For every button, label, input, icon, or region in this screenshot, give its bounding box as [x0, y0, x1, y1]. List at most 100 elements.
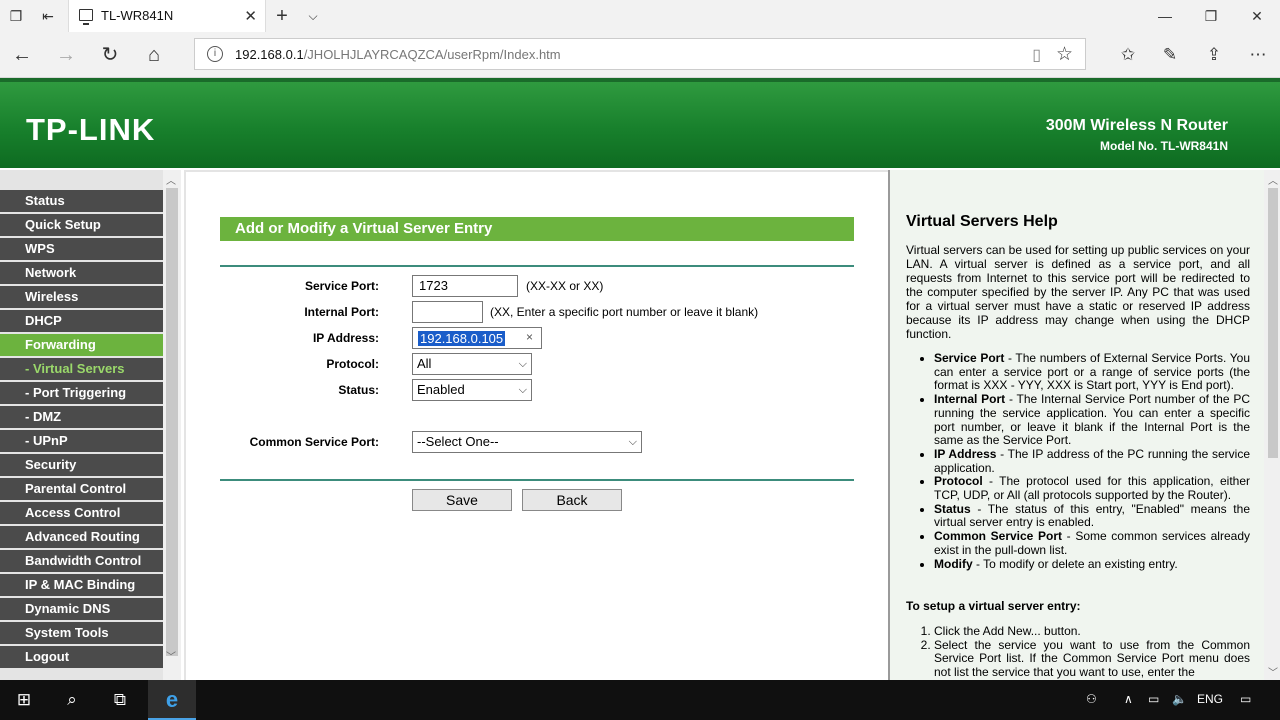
sidebar-item-bandwidth-control[interactable]: Bandwidth Control [0, 550, 163, 574]
sidebar-item-virtual-servers[interactable]: - Virtual Servers [0, 358, 163, 382]
internal-port-label: Internal Port: [304, 305, 379, 319]
help-term: Protocol [934, 474, 983, 489]
forward-arrow-icon[interactable]: → [52, 41, 80, 69]
sidebar-item-security[interactable]: Security [0, 454, 163, 478]
notifications-icon[interactable]: ▭ [1240, 692, 1251, 706]
tab-actions-icon[interactable]: ❐ [6, 6, 26, 26]
sidebar-item-dmz[interactable]: - DMZ [0, 406, 163, 430]
help-panel: Virtual Servers Help Virtual servers can… [888, 170, 1280, 680]
more-menu-icon[interactable]: ⋯ [1244, 42, 1272, 68]
address-bar[interactable]: i 192.168.0.1/JHOLHJLAYRCAQZCA/userRpm/I… [194, 38, 1086, 70]
sidebar-scrollbar[interactable]: ︿ ﹀ [163, 170, 181, 680]
volume-icon[interactable]: 🔈 [1172, 692, 1187, 706]
language-indicator[interactable]: ENG [1197, 692, 1223, 706]
help-term: IP Address [934, 446, 997, 461]
browser-tab-bar: ❐ ⇤ TL-WR841N ✕ + ⌵ — ❐ ✕ [0, 0, 1280, 32]
list-item: Modify - To modify or delete an existing… [934, 556, 1250, 572]
windows-start-icon[interactable]: ⊞ [0, 680, 48, 720]
favorites-hub-icon[interactable]: ✩ [1114, 42, 1142, 68]
pen-notes-icon[interactable]: ✎ [1156, 42, 1184, 68]
chevron-down-icon[interactable]: ⌵ [303, 6, 323, 26]
minimize-icon[interactable]: — [1142, 4, 1188, 28]
people-icon[interactable]: ⚇ [1086, 692, 1097, 706]
status-select[interactable]: Enabled ⌵ [412, 379, 532, 401]
service-port-input[interactable]: 1723 [412, 275, 518, 297]
scroll-up-icon[interactable]: ︿ [166, 172, 176, 187]
refresh-icon[interactable]: ↻ [96, 41, 124, 69]
ip-address-input[interactable]: 192.168.0.105 × [412, 327, 542, 349]
edge-browser-icon[interactable]: e [148, 680, 196, 720]
set-tabs-aside-icon[interactable]: ⇤ [38, 6, 58, 26]
task-view-icon[interactable]: ⧉ [96, 680, 144, 720]
sidebar-item-system-tools[interactable]: System Tools [0, 622, 163, 646]
help-steps: Click the Add New... button. Select the … [934, 624, 1250, 680]
share-icon[interactable]: ⇪ [1200, 42, 1228, 68]
sidebar-item-forwarding[interactable]: Forwarding [0, 334, 163, 358]
service-port-label: Service Port: [304, 279, 379, 293]
close-tab-icon[interactable]: ✕ [244, 7, 257, 25]
common-service-port-select[interactable]: --Select One-- ⌵ [412, 431, 642, 453]
network-icon[interactable]: ▭ [1148, 692, 1159, 706]
help-text: - To modify or delete an existing entry. [972, 556, 1178, 571]
ip-address-value: 192.168.0.105 [418, 331, 506, 346]
internal-port-input[interactable] [412, 301, 483, 323]
sidebar-item-dynamic-dns[interactable]: Dynamic DNS [0, 598, 163, 622]
help-list: Service Port - The numbers of External S… [934, 351, 1250, 572]
help-intro: Virtual servers can be used for setting … [906, 243, 1250, 341]
help-term: Common Service Port [934, 529, 1063, 544]
favorite-star-icon[interactable]: ☆ [1056, 43, 1073, 66]
help-scrollbar[interactable]: ︿ ﹀ [1264, 170, 1280, 680]
status-label: Status: [338, 383, 379, 397]
scroll-up-icon[interactable]: ︿ [1268, 172, 1278, 187]
common-service-port-value: --Select One-- [417, 434, 499, 449]
sidebar-item-parental-control[interactable]: Parental Control [0, 478, 163, 502]
divider-bottom [220, 479, 854, 481]
scroll-down-icon[interactable]: ﹀ [166, 648, 176, 663]
clear-input-icon[interactable]: × [526, 330, 533, 344]
close-window-icon[interactable]: ✕ [1234, 4, 1280, 28]
protocol-select[interactable]: All ⌵ [412, 353, 532, 375]
help-term: Service Port [934, 351, 1005, 365]
sidebar-item-quick-setup[interactable]: Quick Setup [0, 214, 163, 238]
sidebar-item-dhcp[interactable]: DHCP [0, 310, 163, 334]
help-title: Virtual Servers Help [906, 213, 1058, 230]
sidebar-scroll-thumb[interactable] [166, 188, 178, 656]
chevron-down-icon: ⌵ [518, 358, 527, 370]
reading-view-icon[interactable]: ▯ [1032, 45, 1041, 65]
main-content: Add or Modify a Virtual Server Entry Ser… [184, 170, 888, 680]
sidebar-item-access-control[interactable]: Access Control [0, 502, 163, 526]
home-icon[interactable]: ⌂ [140, 41, 168, 69]
back-button[interactable]: Back [522, 489, 622, 511]
info-icon[interactable]: i [207, 46, 223, 62]
sidebar-item-ip-mac-binding[interactable]: IP & MAC Binding [0, 574, 163, 598]
sidebar-item-upnp[interactable]: - UPnP [0, 430, 163, 454]
common-service-port-label: Common Service Port: [249, 435, 379, 449]
new-tab-icon[interactable]: + [272, 6, 292, 26]
sidebar-item-status[interactable]: Status [0, 190, 163, 214]
sidebar-item-advanced-routing[interactable]: Advanced Routing [0, 526, 163, 550]
sidebar-item-logout[interactable]: Logout [0, 646, 163, 670]
service-port-hint: (XX-XX or XX) [526, 279, 604, 293]
save-button[interactable]: Save [412, 489, 512, 511]
internal-port-hint: (XX, Enter a specific port number or lea… [490, 305, 759, 319]
chevron-up-icon[interactable]: ∧ [1124, 692, 1133, 706]
browser-nav-bar: ← → ↻ ⌂ i 192.168.0.1/JHOLHJLAYRCAQZCA/u… [0, 32, 1280, 78]
restore-icon[interactable]: ❐ [1188, 4, 1234, 28]
sidebar-item-port-triggering[interactable]: - Port Triggering [0, 382, 163, 406]
search-icon[interactable]: ⌕ [48, 680, 96, 720]
browser-tab[interactable]: TL-WR841N ✕ [68, 0, 266, 32]
scroll-down-icon[interactable]: ﹀ [1268, 664, 1278, 679]
tp-link-logo: TP-LINK [26, 112, 156, 147]
url-host: 192.168.0.1 [235, 47, 304, 62]
sidebar-item-wps[interactable]: WPS [0, 238, 163, 262]
help-setup-title: To setup a virtual server entry: [906, 599, 1081, 613]
help-scroll-thumb[interactable] [1268, 188, 1278, 458]
list-item: Select the service you want to use from … [934, 638, 1250, 680]
sidebar-menu: Status Quick Setup WPS Network Wireless … [0, 190, 163, 670]
back-arrow-icon[interactable]: ← [8, 41, 36, 69]
list-item: Internal Port - The Internal Service Por… [934, 392, 1250, 448]
help-text: - The status of this entry, "Enabled" me… [934, 501, 1250, 530]
sidebar-item-wireless[interactable]: Wireless [0, 286, 163, 310]
protocol-label: Protocol: [326, 357, 379, 371]
sidebar-item-network[interactable]: Network [0, 262, 163, 286]
